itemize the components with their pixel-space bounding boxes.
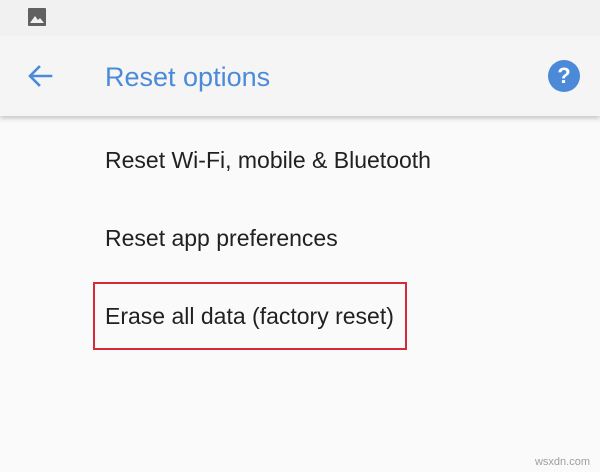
back-button[interactable] bbox=[22, 60, 58, 92]
option-erase-all-data[interactable]: Erase all data (factory reset) bbox=[0, 276, 600, 346]
status-bar bbox=[0, 0, 600, 36]
page-title: Reset options bbox=[105, 62, 271, 92]
option-label: Erase all data (factory reset) bbox=[105, 303, 394, 329]
help-button[interactable]: ? bbox=[548, 60, 580, 92]
app-bar: Reset options ? bbox=[0, 36, 600, 116]
option-label: Reset app preferences bbox=[105, 225, 338, 251]
option-label: Reset Wi-Fi, mobile & Bluetooth bbox=[105, 147, 431, 173]
watermark: wsxdn.com bbox=[534, 456, 590, 468]
reset-options-list: Reset Wi-Fi, mobile & Bluetooth Reset ap… bbox=[0, 116, 600, 472]
arrow-back-icon bbox=[28, 65, 53, 87]
help-icon: ? bbox=[557, 63, 571, 88]
option-reset-app-preferences[interactable]: Reset app preferences bbox=[0, 198, 600, 268]
image-icon bbox=[28, 8, 46, 26]
option-reset-network[interactable]: Reset Wi-Fi, mobile & Bluetooth bbox=[0, 120, 600, 190]
